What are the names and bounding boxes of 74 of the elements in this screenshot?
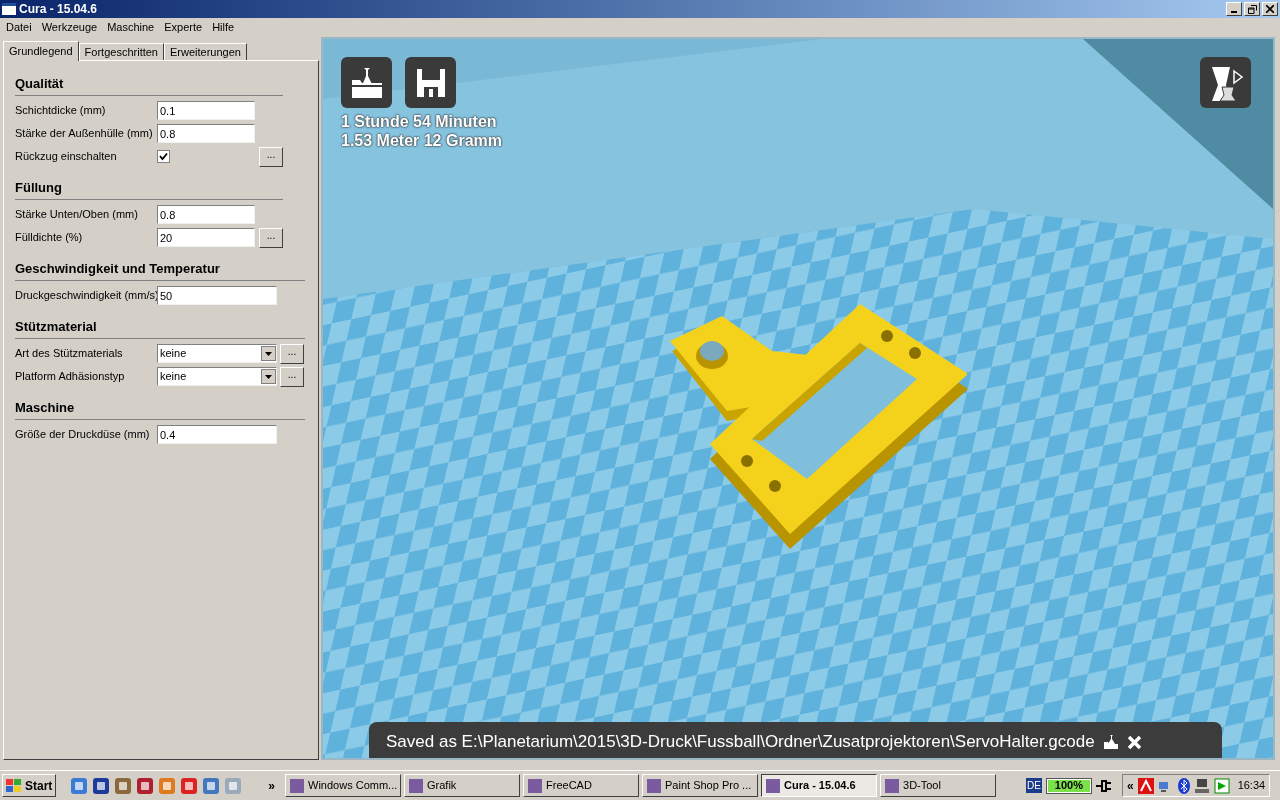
view-mode-button[interactable] (1200, 57, 1251, 108)
taskbar-button[interactable]: FreeCAD (523, 774, 640, 797)
input-field[interactable]: 0.4 (157, 425, 277, 444)
notification-message: Saved as E:\Planetarium\2015\3D-Druck\Fussball\Ordner\Zusatprojektoren\ServoHalter.gcode (386, 731, 1095, 754)
app-icon (2, 3, 16, 15)
minimize-button[interactable] (1226, 2, 1242, 16)
save-button[interactable] (405, 57, 456, 108)
app-icon (528, 778, 543, 793)
dropdown[interactable]: keine (157, 367, 277, 386)
print-estimate-text: 1 Stunde 54 Minuten (341, 112, 498, 131)
field-label: Stärke der Außenhülle (mm) (15, 126, 154, 142)
input-field[interactable]: 0.1 (157, 101, 255, 120)
clock: 16:34 (1237, 778, 1266, 794)
section-heading: Maschine (15, 400, 75, 415)
menu-item[interactable]: Hilfe (207, 19, 240, 36)
3d-viewport[interactable]: 1 Stunde 54 Minuten 1.53 Meter 12 Gramm Saved as E:\Planetarium\2015\3D-Druck\Fussball\Ordner\Zusatprojektoren\ServoHalter.gcode (321, 37, 1275, 760)
menu-item[interactable]: Datei (1, 19, 37, 36)
field-label: Art des Stützmaterials (15, 346, 124, 362)
more-button[interactable]: ... (259, 146, 283, 167)
input-field[interactable]: 0.8 (157, 124, 255, 143)
menu-item[interactable]: Werkzeuge (36, 19, 103, 36)
input-field[interactable]: 0.8 (157, 205, 255, 224)
app-icon (290, 778, 305, 793)
app-icon (409, 778, 424, 793)
tab[interactable]: Fortgeschritten (78, 43, 164, 60)
taskbar-button[interactable]: Windows Comm... (285, 774, 402, 797)
input-field[interactable]: 50 (157, 286, 277, 305)
field-label: Platform Adhäsionstyp (15, 369, 126, 385)
input-field[interactable]: 20 (157, 228, 255, 247)
field-label: Rückzug einschalten (15, 149, 118, 165)
more-button[interactable]: ... (259, 227, 283, 248)
battery-percentage: 100% (1053, 778, 1084, 793)
tab[interactable]: Erweiterungen (164, 43, 247, 60)
section-heading: Qualität (15, 76, 64, 91)
load-model-button[interactable] (341, 57, 392, 108)
menu-item[interactable]: Maschine (102, 19, 160, 36)
section-heading: Füllung (15, 180, 62, 195)
windows-logo-icon (6, 778, 22, 793)
app-icon (766, 778, 781, 793)
more-button[interactable]: ... (280, 366, 304, 387)
bluetooth-icon[interactable] (1177, 777, 1190, 794)
tab[interactable]: Grundlegend (3, 41, 79, 61)
folder-icon (349, 65, 384, 100)
start-button[interactable]: Start (2, 774, 57, 797)
field-label: Stärke Unten/Oben (mm) (15, 207, 139, 223)
print-estimate-text: 1.53 Meter 12 Gramm (341, 131, 502, 150)
checkbox[interactable] (157, 150, 170, 163)
open-folder-icon[interactable] (1102, 735, 1119, 749)
section-heading: Stützmaterial (15, 319, 97, 334)
taskbar-button[interactable]: Paint Shop Pro ... (642, 774, 759, 797)
restore-button[interactable] (1244, 2, 1260, 16)
more-button[interactable]: ... (280, 343, 304, 364)
close-icon (1266, 5, 1274, 13)
more-quick-launch[interactable]: » (268, 776, 276, 795)
power-plug-icon (1095, 778, 1112, 793)
computer-icon[interactable] (1193, 777, 1210, 794)
taskbar-button[interactable]: Grafik (404, 774, 521, 797)
menu-item[interactable]: Experte (159, 19, 208, 36)
app-icon (885, 778, 900, 793)
field-label: Größe der Druckdüse (mm) (15, 427, 151, 443)
section-heading: Geschwindigkeit und Temperatur (15, 261, 220, 276)
window-title: Cura - 15.04.6 (19, 1, 98, 18)
close-icon[interactable] (1126, 734, 1142, 750)
taskbar-button[interactable]: 3D-Tool (880, 774, 997, 797)
antivirus-icon[interactable] (1137, 777, 1154, 794)
app-icon (647, 778, 662, 793)
restore-icon (1247, 4, 1257, 14)
taskbar-button[interactable]: Cura - 15.04.6 (761, 774, 878, 797)
dropdown[interactable]: keine (157, 344, 277, 363)
close-button[interactable] (1262, 2, 1278, 16)
tray-expand[interactable]: « (1126, 776, 1134, 795)
language-indicator[interactable]: DE (1026, 778, 1042, 793)
field-label: Fülldichte (%) (15, 230, 84, 246)
field-label: Schichtdicke (mm) (15, 103, 107, 119)
